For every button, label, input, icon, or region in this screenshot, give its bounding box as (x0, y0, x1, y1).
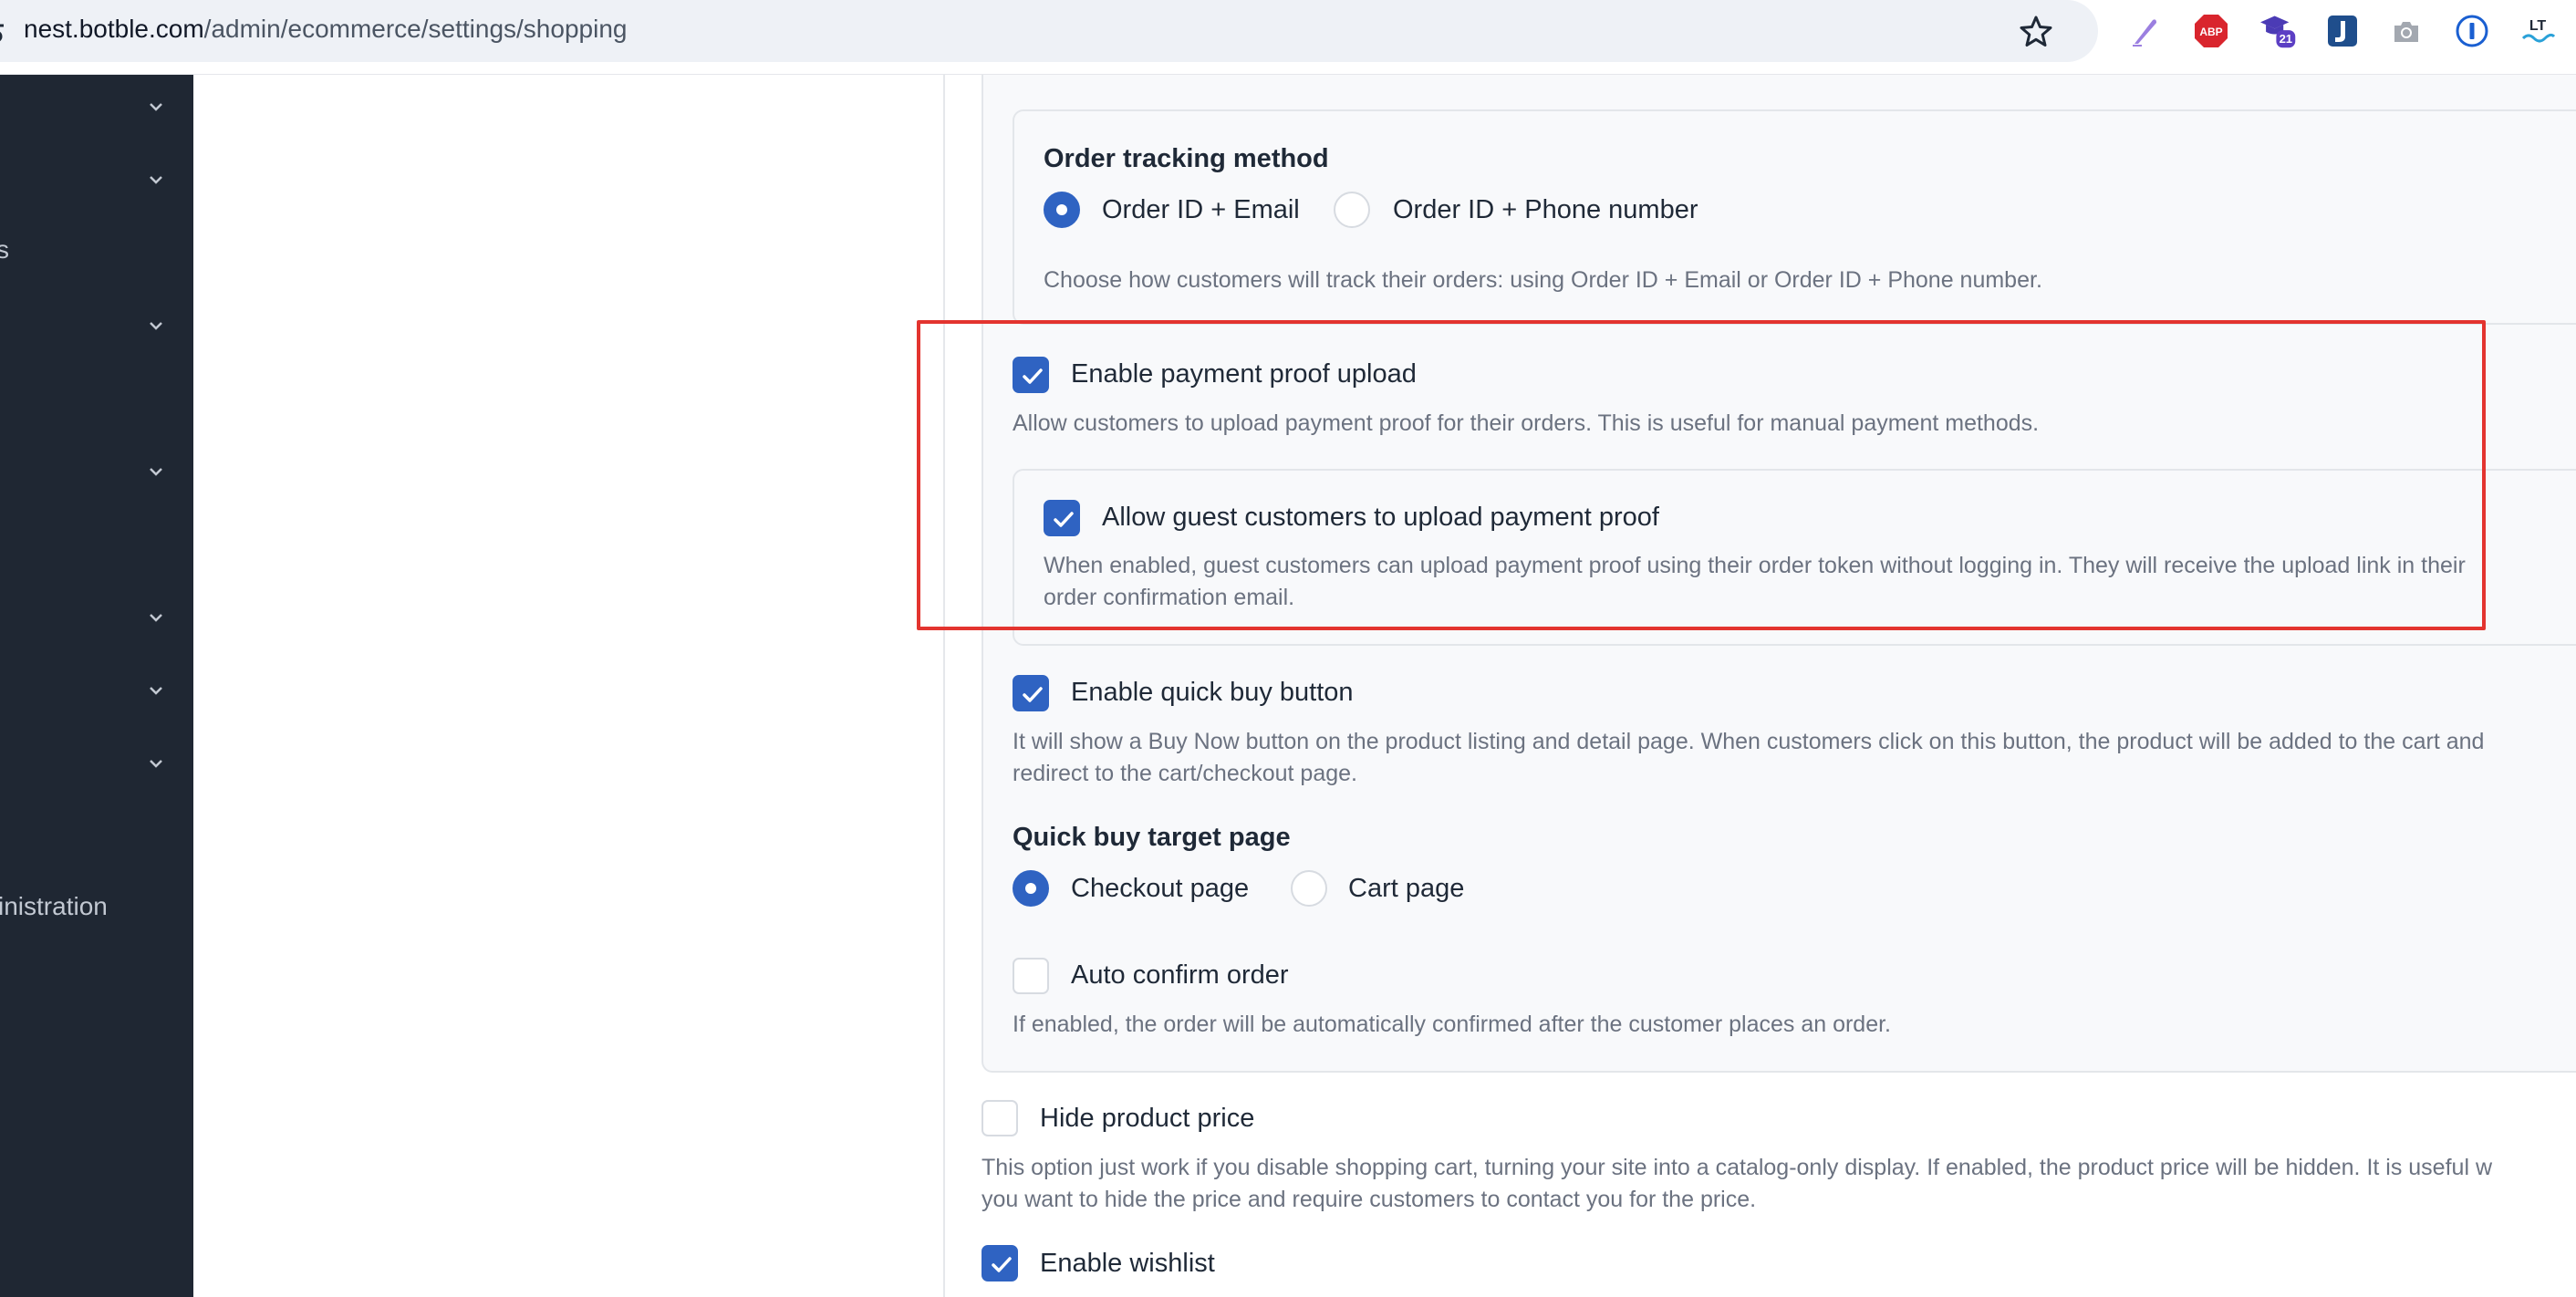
guest-payment-proof-help-line1: When enabled, guest customers can upload… (1044, 553, 2466, 578)
order-tracking-help: Choose how customers will track their or… (1044, 267, 2042, 293)
radio-order-id-email[interactable] (1044, 192, 1080, 228)
url-path: /admin/ecommerce/settings/shopping (203, 15, 628, 43)
guest-payment-proof-label[interactable]: Allow guest customers to upload payment … (1102, 503, 1659, 533)
jira-extension-icon[interactable] (2324, 13, 2361, 49)
order-tracking-title: Order tracking method (1044, 144, 1329, 173)
wishlist-label[interactable]: Enable wishlist (1040, 1249, 1215, 1279)
quick-buy-label[interactable]: Enable quick buy button (1071, 678, 1354, 708)
payment-proof-checkbox[interactable] (1013, 357, 1049, 393)
site-settings-icon[interactable] (0, 18, 4, 44)
svg-text:LT: LT (2529, 18, 2547, 34)
radio-checkout-page[interactable] (1013, 870, 1049, 907)
wishlist-checkbox[interactable] (982, 1245, 1018, 1281)
hide-price-help-line1: This option just work if you disable sho… (982, 1155, 2492, 1180)
chevron-down-icon[interactable] (146, 607, 166, 628)
chevron-down-icon[interactable] (146, 97, 166, 117)
url-text[interactable]: nest.botble.com/admin/ecommerce/settings… (24, 15, 627, 44)
address-bar[interactable]: nest.botble.com/admin/ecommerce/settings… (0, 0, 2098, 62)
url-host: nest.botble.com (24, 15, 204, 43)
check-icon (1054, 512, 1074, 527)
check-icon (1023, 368, 1043, 384)
sidebar-item-platform-administration[interactable]: inistration (0, 892, 108, 921)
radio-label-checkout-page[interactable]: Checkout page (1071, 874, 1249, 904)
auto-confirm-label[interactable]: Auto confirm order (1071, 960, 1289, 991)
graduation-cap-extension-icon[interactable]: 21 (2260, 13, 2297, 49)
auto-confirm-checkbox[interactable] (1013, 958, 1049, 994)
quick-buy-target-title: Quick buy target page (1013, 823, 1291, 852)
chevron-down-icon[interactable] (146, 680, 166, 700)
chevron-down-icon[interactable] (146, 170, 166, 190)
guest-payment-proof-checkbox[interactable] (1044, 500, 1080, 536)
pen-extension-icon[interactable] (2127, 13, 2164, 49)
chevron-down-icon[interactable] (146, 462, 166, 482)
radio-cart-page[interactable] (1291, 870, 1327, 907)
check-icon (1023, 687, 1043, 702)
radio-label-cart-page[interactable]: Cart page (1348, 874, 1464, 904)
bookmark-star-icon[interactable] (2018, 13, 2054, 49)
quick-buy-help-line2: redirect to the cart/checkout page. (1013, 761, 1357, 786)
camera-extension-icon[interactable] (2388, 13, 2425, 49)
payment-proof-label[interactable]: Enable payment proof upload (1071, 359, 1417, 389)
svg-text:ABP: ABP (2199, 26, 2222, 38)
radio-label-order-id-email[interactable]: Order ID + Email (1102, 195, 1300, 225)
sidebar-item-label[interactable]: s (0, 235, 9, 265)
password-manager-icon[interactable] (2454, 13, 2490, 49)
guest-payment-proof-help-line2: order confirmation email. (1044, 585, 1295, 610)
hide-price-help-line2: you want to hide the price and require c… (982, 1187, 1757, 1212)
payment-proof-help: Allow customers to upload payment proof … (1013, 410, 2040, 436)
browser-toolbar: nest.botble.com/admin/ecommerce/settings… (0, 0, 2576, 75)
chevron-down-icon[interactable] (146, 753, 166, 773)
check-icon (992, 1257, 1012, 1272)
adblock-plus-icon[interactable]: ABP (2193, 13, 2229, 49)
quick-buy-checkbox[interactable] (1013, 675, 1049, 711)
chevron-down-icon[interactable] (146, 316, 166, 336)
hide-price-label[interactable]: Hide product price (1040, 1104, 1254, 1134)
quick-buy-help-line1: It will show a Buy Now button on the pro… (1013, 729, 2485, 754)
svg-text:21: 21 (2280, 32, 2293, 46)
radio-order-id-phone[interactable] (1334, 192, 1370, 228)
hide-price-checkbox[interactable] (982, 1100, 1018, 1136)
languagetool-icon[interactable]: LT (2519, 13, 2556, 49)
auto-confirm-help: If enabled, the order will be automatica… (1013, 1012, 1892, 1037)
radio-label-order-id-phone[interactable]: Order ID + Phone number (1393, 195, 1698, 225)
